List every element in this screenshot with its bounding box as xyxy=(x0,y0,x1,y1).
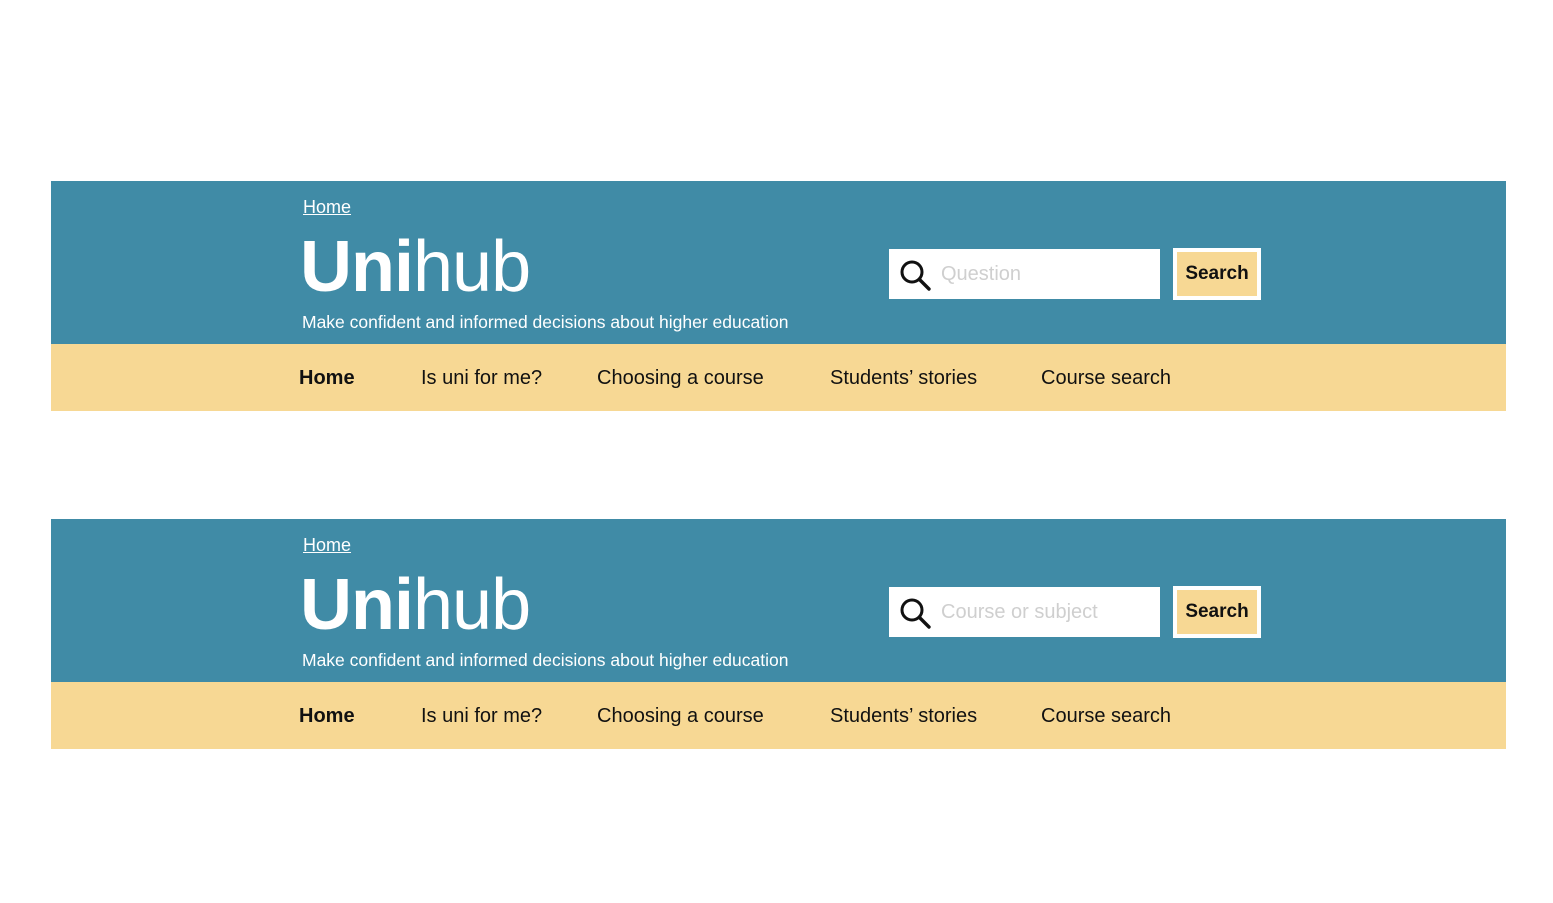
site-title-light: hub xyxy=(412,227,531,307)
site-header-course-variant: Home Unihub Make confident and informed … xyxy=(51,519,1506,749)
main-nav: Home Is uni for me? Choosing a course St… xyxy=(51,682,1506,749)
search-field[interactable] xyxy=(889,587,1160,637)
site-tagline: Make confident and informed decisions ab… xyxy=(302,650,789,670)
nav-item-is-uni-for-me[interactable]: Is uni for me? xyxy=(421,366,542,390)
site-tagline: Make confident and informed decisions ab… xyxy=(302,312,789,332)
site-logo-title[interactable]: Unihub xyxy=(300,227,531,307)
nav-item-choosing-a-course[interactable]: Choosing a course xyxy=(597,704,764,728)
header-banner: Home Unihub Make confident and informed … xyxy=(51,519,1506,682)
breadcrumb-home-link[interactable]: Home xyxy=(303,196,351,218)
nav-item-students-stories[interactable]: Students’ stories xyxy=(830,366,977,390)
search-button[interactable]: Search xyxy=(1173,248,1261,300)
header-banner: Home Unihub Make confident and informed … xyxy=(51,181,1506,344)
site-title-light: hub xyxy=(412,565,531,645)
breadcrumb-home-link[interactable]: Home xyxy=(303,534,351,556)
site-title-bold: Uni xyxy=(300,227,414,307)
nav-item-students-stories[interactable]: Students’ stories xyxy=(830,704,977,728)
nav-item-home[interactable]: Home xyxy=(299,366,355,390)
main-nav: Home Is uni for me? Choosing a course St… xyxy=(51,344,1506,411)
nav-item-course-search[interactable]: Course search xyxy=(1041,704,1171,728)
nav-item-course-search[interactable]: Course search xyxy=(1041,366,1171,390)
site-title-bold: Uni xyxy=(300,565,414,645)
search-input[interactable] xyxy=(941,587,1153,637)
site-header-question-variant: Home Unihub Make confident and informed … xyxy=(51,181,1506,411)
search-icon xyxy=(900,260,931,291)
search-input[interactable] xyxy=(941,249,1153,299)
search-field[interactable] xyxy=(889,249,1160,299)
nav-item-choosing-a-course[interactable]: Choosing a course xyxy=(597,366,764,390)
search-button[interactable]: Search xyxy=(1173,586,1261,638)
search-icon xyxy=(900,598,931,629)
site-logo-title[interactable]: Unihub xyxy=(300,565,531,645)
nav-item-home[interactable]: Home xyxy=(299,704,355,728)
nav-item-is-uni-for-me[interactable]: Is uni for me? xyxy=(421,704,542,728)
